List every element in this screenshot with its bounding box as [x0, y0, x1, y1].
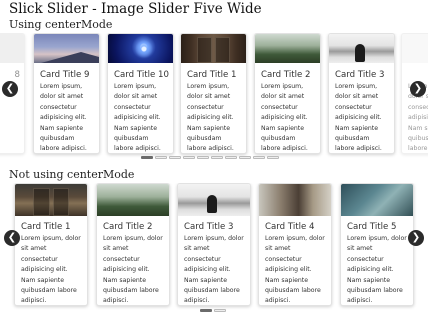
card-text: Lorem ipsum, dolor sit amet consectetur …: [40, 83, 87, 153]
dot-4[interactable]: [183, 156, 195, 159]
card-title-5[interactable]: Card Title 5 Lorem ipsum, dolor sit amet…: [340, 183, 414, 306]
card-text: Lorem ipsum, dolor sit amet consectetur …: [184, 235, 244, 305]
card-text: Lorem ipsum, dolor sit amet consectetur …: [114, 83, 161, 153]
card-image: [402, 34, 428, 63]
card-image-fireworks: [108, 34, 173, 63]
chevron-right-icon: ❯: [411, 232, 421, 243]
dot-9[interactable]: [253, 156, 265, 159]
card-title: Card Title 5: [347, 222, 397, 232]
card-text: Lorem ipsum, dolor sit amet consectetur …: [21, 235, 81, 305]
dot-1[interactable]: [141, 156, 153, 159]
center-mode-slider[interactable]: 8 Card Title 9 Lorem ipsum, dolor sit am…: [0, 33, 428, 163]
center-mode-heading: Using centerMode: [9, 18, 113, 31]
card-image-mountain: [34, 34, 99, 64]
card-text: Lorem ipsum, dolor sit amet consectetur …: [187, 83, 234, 153]
card-title-3[interactable]: Card Title 3 Lorem ipsum, dolor sit amet…: [177, 183, 251, 306]
dot-6[interactable]: [211, 156, 223, 159]
card-title: Card Title 10: [114, 70, 169, 80]
card-image-white-room: [329, 34, 394, 63]
center-mode-dots: [141, 156, 279, 159]
card-image-camera-person: [341, 184, 413, 216]
card-title-10[interactable]: Card Title 10 Lorem ipsum, dolor sit ame…: [107, 33, 174, 154]
chevron-left-icon: ❮: [5, 83, 15, 94]
dot-2[interactable]: [155, 156, 167, 159]
dot-7[interactable]: [225, 156, 237, 159]
card-title: Card Title 2: [261, 70, 311, 80]
card-title: Card Title 9: [40, 70, 90, 80]
card-title-2[interactable]: Card Title 2 Lorem ipsum, dolor sit amet…: [96, 183, 170, 306]
page-title: Slick Slider - Image Slider Five Wide: [9, 1, 262, 17]
prev-arrow-button[interactable]: ❮: [2, 81, 18, 97]
dot-8[interactable]: [239, 156, 251, 159]
chevron-right-icon: ❯: [413, 83, 423, 94]
card-text: Lorem ipsum, dolor sit amet consectetur …: [335, 83, 382, 153]
dot-1[interactable]: [200, 309, 212, 312]
card-title-2[interactable]: Card Title 2 Lorem ipsum, dolor sit amet…: [254, 33, 321, 154]
card-title: Card Title 3: [184, 222, 234, 232]
dot-2[interactable]: [214, 309, 226, 312]
normal-mode-heading: Not using centerMode: [9, 168, 135, 181]
prev-arrow-button[interactable]: ❮: [4, 230, 20, 246]
next-arrow-button[interactable]: ❯: [408, 230, 424, 246]
dot-3[interactable]: [169, 156, 181, 159]
next-arrow-button[interactable]: ❯: [410, 81, 426, 97]
card-title-9[interactable]: Card Title 9 Lorem ipsum, dolor sit amet…: [33, 33, 100, 154]
card-title-3[interactable]: Card Title 3 Lorem ipsum, dolor sit amet…: [328, 33, 395, 154]
card-title-1[interactable]: Card Title 1 Lorem ipsum, dolor sit amet…: [180, 33, 247, 154]
card-text: Lorem ipsum, dolor sit amet consectetur …: [103, 235, 163, 305]
card-title-fragment: 8: [14, 70, 20, 80]
normal-mode-dots: [200, 309, 226, 312]
card-image-white-room: [178, 184, 250, 216]
card-title: Card Title 3: [335, 70, 385, 80]
card-image-forest: [255, 34, 320, 63]
card-image: [0, 34, 24, 63]
card-image-doors: [181, 34, 246, 63]
card-image-forest: [97, 184, 169, 216]
card-text: Lorem ipsum, dolor sit amet consectetur …: [265, 235, 325, 305]
card-title-1[interactable]: Card Title 1 Lorem ipsum, dolor sit amet…: [14, 183, 88, 306]
card-text: Lorem ipsum, dolor sit amet consectetur …: [261, 83, 308, 153]
card-title-4[interactable]: Card Title 4 Lorem ipsum, dolor sit amet…: [258, 183, 332, 306]
chevron-left-icon: ❮: [7, 232, 17, 243]
card-title: Card Title 1: [21, 222, 71, 232]
card-image-doors: [15, 184, 87, 216]
card-title: Card Title 4: [265, 222, 315, 232]
dot-5[interactable]: [197, 156, 209, 159]
normal-mode-slider[interactable]: Card Title 1 Lorem ipsum, dolor sit amet…: [0, 183, 428, 314]
card-text: Lorem ipsum, dolor sit amet consectetur …: [347, 235, 407, 305]
card-title: Card Title 1: [187, 70, 237, 80]
card-title: Card Title 2: [103, 222, 153, 232]
card-image-dogs: [259, 184, 331, 216]
dot-10[interactable]: [267, 156, 279, 159]
